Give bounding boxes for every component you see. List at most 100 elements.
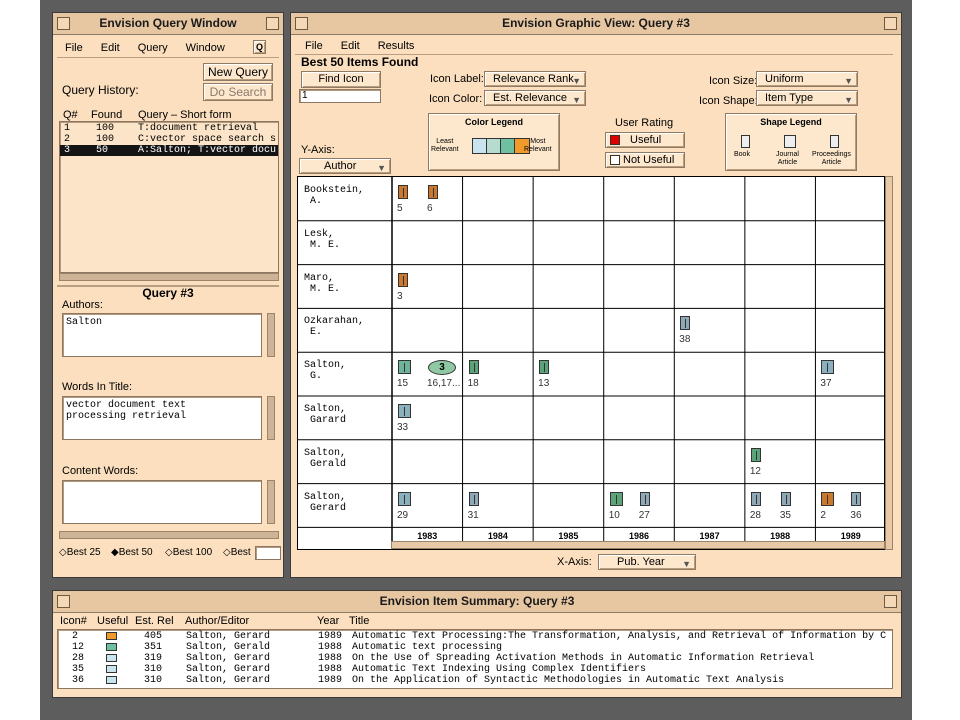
author-row-label[interactable]: Salton, Garard bbox=[304, 404, 346, 426]
author-row-label[interactable]: Ozkarahan, E. bbox=[304, 316, 364, 338]
not-useful-rating-button[interactable]: Not Useful bbox=[605, 152, 685, 168]
content-scrollbar[interactable] bbox=[267, 480, 275, 524]
history-row[interactable]: 2 100 C:vector space search s bbox=[60, 134, 278, 145]
author-row-label[interactable]: Maro, M. E. bbox=[304, 273, 340, 295]
menu-file[interactable]: File bbox=[305, 40, 323, 52]
summary-row[interactable]: 28 319 Salton, Gerard 1988 On the Use of Spr… bbox=[58, 653, 892, 664]
radio-best-100[interactable]: ◇Best 100 bbox=[165, 547, 212, 558]
menu-window[interactable]: Window bbox=[186, 42, 225, 54]
year-column-label[interactable]: 1983 bbox=[392, 531, 463, 541]
window-menu-button[interactable] bbox=[57, 595, 70, 608]
journal-icon[interactable] bbox=[398, 404, 411, 418]
journal-icon[interactable] bbox=[398, 360, 411, 375]
query-window-titlebar[interactable]: Envision Query Window bbox=[53, 13, 283, 35]
journal-icon[interactable] bbox=[398, 491, 411, 506]
year-column-label[interactable]: 1989 bbox=[815, 531, 884, 541]
query-title: Query #3 bbox=[142, 286, 194, 300]
grid-vscrollbar[interactable] bbox=[885, 176, 893, 550]
proceedings-icon[interactable] bbox=[468, 360, 479, 375]
user-rating-title: User Rating bbox=[615, 117, 674, 129]
menu-results[interactable]: Results bbox=[378, 40, 415, 52]
author-row-label[interactable]: Bookstein, A. bbox=[304, 185, 364, 207]
icon-label-dropdown[interactable]: Relevance Rank ▼ bbox=[484, 71, 586, 87]
book-icon[interactable] bbox=[750, 447, 761, 462]
words-in-title-field[interactable]: vector document text processing retrieva… bbox=[62, 396, 262, 440]
menu-query[interactable]: Query bbox=[138, 42, 168, 54]
proceedings-icon[interactable] bbox=[851, 491, 862, 506]
icon-spine bbox=[615, 494, 617, 504]
chevron-down-icon: ▼ bbox=[844, 95, 853, 105]
icon-color-dropdown[interactable]: Est. Relevance ▼ bbox=[484, 90, 586, 106]
year-column-label[interactable]: 1986 bbox=[604, 531, 675, 541]
author-row-label[interactable]: Salton, Gerard bbox=[304, 492, 346, 514]
grid-hscrollbar[interactable] bbox=[391, 541, 885, 549]
summary-list[interactable]: 2 405 Salton, Gerard 1989 Automatic Text Pro… bbox=[57, 629, 893, 689]
scatterplot-grid[interactable]: Bookstein, A. Lesk, M. E. Maro, M. E. Ozkar… bbox=[297, 176, 885, 550]
summary-row[interactable]: 36 310 Salton, Gerard 1989 On the Applicatio… bbox=[58, 675, 892, 686]
window-menu-button[interactable] bbox=[57, 17, 70, 30]
query-history-list[interactable]: 1 100 T:document retrieval 2 100 C:vecto… bbox=[59, 121, 279, 273]
icon-spine bbox=[404, 494, 405, 504]
content-words-field[interactable] bbox=[62, 480, 262, 524]
find-icon-input[interactable]: 1 bbox=[299, 89, 381, 103]
proceedings-icon[interactable] bbox=[750, 491, 761, 506]
author-row-label[interactable]: Salton, Gerald bbox=[304, 448, 346, 470]
item-summary-titlebar[interactable]: Envision Item Summary: Query #3 bbox=[53, 591, 901, 613]
year-column-label[interactable]: 1984 bbox=[463, 531, 534, 541]
best-custom-input[interactable] bbox=[255, 546, 281, 560]
find-icon-button[interactable]: Find Icon bbox=[301, 71, 381, 88]
graphic-view-titlebar[interactable]: Envision Graphic View: Query #3 bbox=[291, 13, 901, 35]
window-menu-button[interactable] bbox=[295, 17, 308, 30]
book-icon[interactable] bbox=[398, 272, 408, 287]
menu-file[interactable]: File bbox=[65, 42, 83, 54]
book-icon[interactable] bbox=[428, 185, 438, 199]
history-scrollbar[interactable] bbox=[59, 273, 279, 281]
summary-header: Icon# Useful Est. Rel Author/Editor Year… bbox=[59, 615, 893, 629]
summary-row[interactable]: 35 310 Salton, Gerard 1988 Automatic Text In… bbox=[58, 664, 892, 675]
year-column-label[interactable]: 1987 bbox=[674, 531, 745, 541]
cluster-icon[interactable]: 3 bbox=[428, 360, 456, 376]
book-icon[interactable] bbox=[398, 185, 408, 199]
summary-year: 1989 bbox=[318, 675, 343, 686]
history-text: C:vector space search s bbox=[138, 134, 277, 145]
proceedings-icon[interactable] bbox=[539, 360, 550, 375]
maximize-button[interactable] bbox=[884, 17, 897, 30]
proceedings-icon[interactable] bbox=[639, 491, 650, 506]
journal-icon[interactable] bbox=[609, 491, 623, 506]
year-column-label[interactable]: 1988 bbox=[745, 531, 816, 541]
radio-best-25[interactable]: ◇Best 25 bbox=[59, 547, 101, 558]
author-row-label[interactable]: Salton, G. bbox=[304, 360, 346, 382]
icon-size-dropdown[interactable]: Uniform ▼ bbox=[756, 71, 858, 87]
proceedings-icon[interactable] bbox=[780, 491, 791, 506]
author-row-label[interactable]: Lesk, M. E. bbox=[304, 229, 340, 251]
maximize-button[interactable] bbox=[884, 595, 897, 608]
year-column-label[interactable]: 1985 bbox=[533, 531, 604, 541]
journal-icon[interactable] bbox=[821, 491, 835, 506]
new-query-button[interactable]: New Query bbox=[203, 63, 273, 81]
proceedings-icon[interactable] bbox=[680, 316, 691, 331]
menu-edit[interactable]: Edit bbox=[341, 40, 360, 52]
history-row[interactable]: 1 100 T:document retrieval bbox=[60, 123, 278, 134]
words-scrollbar[interactable] bbox=[267, 396, 275, 440]
menu-edit[interactable]: Edit bbox=[101, 42, 120, 54]
radio-best-custom[interactable]: ◇Best bbox=[223, 547, 251, 558]
y-axis-dropdown[interactable]: Author ▼ bbox=[299, 158, 391, 174]
authors-scrollbar[interactable] bbox=[267, 313, 275, 357]
history-row-selected[interactable]: 3 50 A:Salton; T:vector docu bbox=[60, 145, 278, 156]
content-hscrollbar[interactable] bbox=[59, 531, 279, 539]
summary-row[interactable]: 2 405 Salton, Gerard 1989 Automatic Text Pro… bbox=[58, 631, 892, 642]
x-axis-dropdown[interactable]: Pub. Year ▼ bbox=[598, 554, 696, 570]
useful-rating-button[interactable]: Useful bbox=[605, 132, 685, 148]
icon-rank-label: 10 bbox=[608, 509, 620, 521]
query-badge[interactable]: Q bbox=[253, 40, 266, 54]
radio-best-50[interactable]: ◆Best 50 bbox=[111, 547, 153, 558]
do-search-button[interactable]: Do Search bbox=[203, 83, 273, 101]
icon-shape-dropdown[interactable]: Item Type ▼ bbox=[756, 90, 858, 106]
authors-field[interactable]: Salton bbox=[62, 313, 262, 357]
icon-color-label: Icon Color: bbox=[429, 93, 483, 105]
proceedings-icon[interactable] bbox=[468, 491, 479, 506]
maximize-button[interactable] bbox=[266, 17, 279, 30]
summary-author: Salton, Gerard bbox=[186, 675, 271, 686]
journal-icon[interactable] bbox=[821, 360, 835, 375]
summary-row[interactable]: 12 351 Salton, Gerald 1988 Automatic text pr… bbox=[58, 642, 892, 653]
